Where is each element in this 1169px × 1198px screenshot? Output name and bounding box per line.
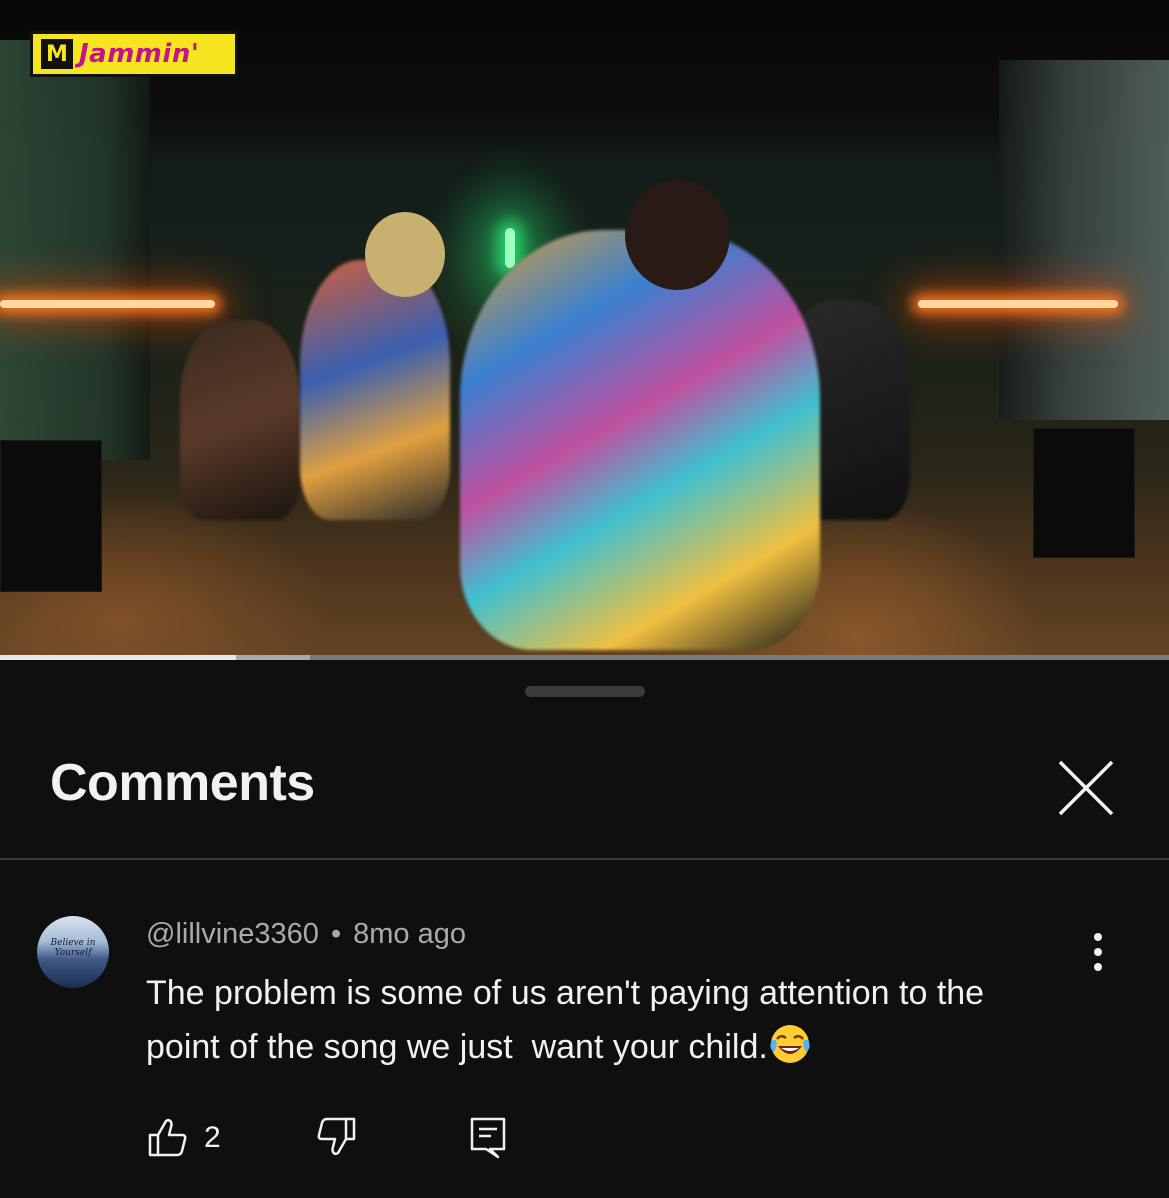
stage-light bbox=[0, 300, 215, 308]
dancer bbox=[300, 260, 450, 520]
comment-actions: 2 bbox=[146, 1115, 546, 1165]
speaker bbox=[1033, 428, 1135, 558]
channel-logo-mark: M bbox=[41, 39, 73, 69]
more-options-button[interactable] bbox=[1082, 932, 1114, 972]
dancer bbox=[460, 230, 820, 650]
dancer-head bbox=[365, 212, 445, 297]
comment-author[interactable]: @lillvine3360 bbox=[146, 918, 319, 950]
comments-panel: Comments Believe in Yourself @lillvine33… bbox=[0, 660, 1169, 1198]
thumbs-down-icon bbox=[317, 1117, 356, 1156]
reply-icon bbox=[470, 1117, 506, 1159]
video-frame-wall bbox=[0, 40, 150, 460]
video-frame-wall bbox=[999, 60, 1169, 420]
stage-light bbox=[505, 228, 515, 268]
close-button[interactable] bbox=[1048, 750, 1124, 826]
avatar-text: Believe in Yourself bbox=[50, 938, 96, 958]
dancer bbox=[180, 320, 300, 520]
dancer-head bbox=[625, 180, 730, 290]
comment-item: Believe in Yourself @lillvine3360 • 8mo ag… bbox=[0, 860, 1169, 1198]
close-icon bbox=[1058, 760, 1114, 816]
comment-text-content: The problem is some of us aren't paying … bbox=[146, 974, 994, 1066]
meta-separator: • bbox=[330, 918, 342, 950]
reply-button[interactable] bbox=[466, 1115, 510, 1159]
avatar[interactable]: Believe in Yourself bbox=[37, 916, 109, 988]
comment-time: 8mo ago bbox=[353, 918, 466, 950]
like-button[interactable] bbox=[146, 1115, 190, 1159]
video-player[interactable]: M Jammin' bbox=[0, 0, 1169, 660]
tears-of-joy-emoji-icon bbox=[770, 1025, 810, 1063]
channel-logo: M Jammin' bbox=[30, 31, 238, 77]
comment-meta: @lillvine3360 • 8mo ago bbox=[146, 918, 466, 951]
stage-light bbox=[918, 300, 1118, 308]
channel-logo-text: Jammin' bbox=[79, 39, 200, 69]
drag-handle[interactable] bbox=[525, 686, 645, 697]
more-vertical-icon bbox=[1094, 933, 1102, 971]
panel-title: Comments bbox=[50, 754, 315, 812]
speaker bbox=[0, 440, 102, 592]
comment-text: The problem is some of us aren't paying … bbox=[146, 966, 1046, 1074]
dislike-button[interactable] bbox=[314, 1115, 358, 1159]
like-count: 2 bbox=[204, 1121, 221, 1154]
thumbs-up-icon bbox=[148, 1118, 187, 1157]
